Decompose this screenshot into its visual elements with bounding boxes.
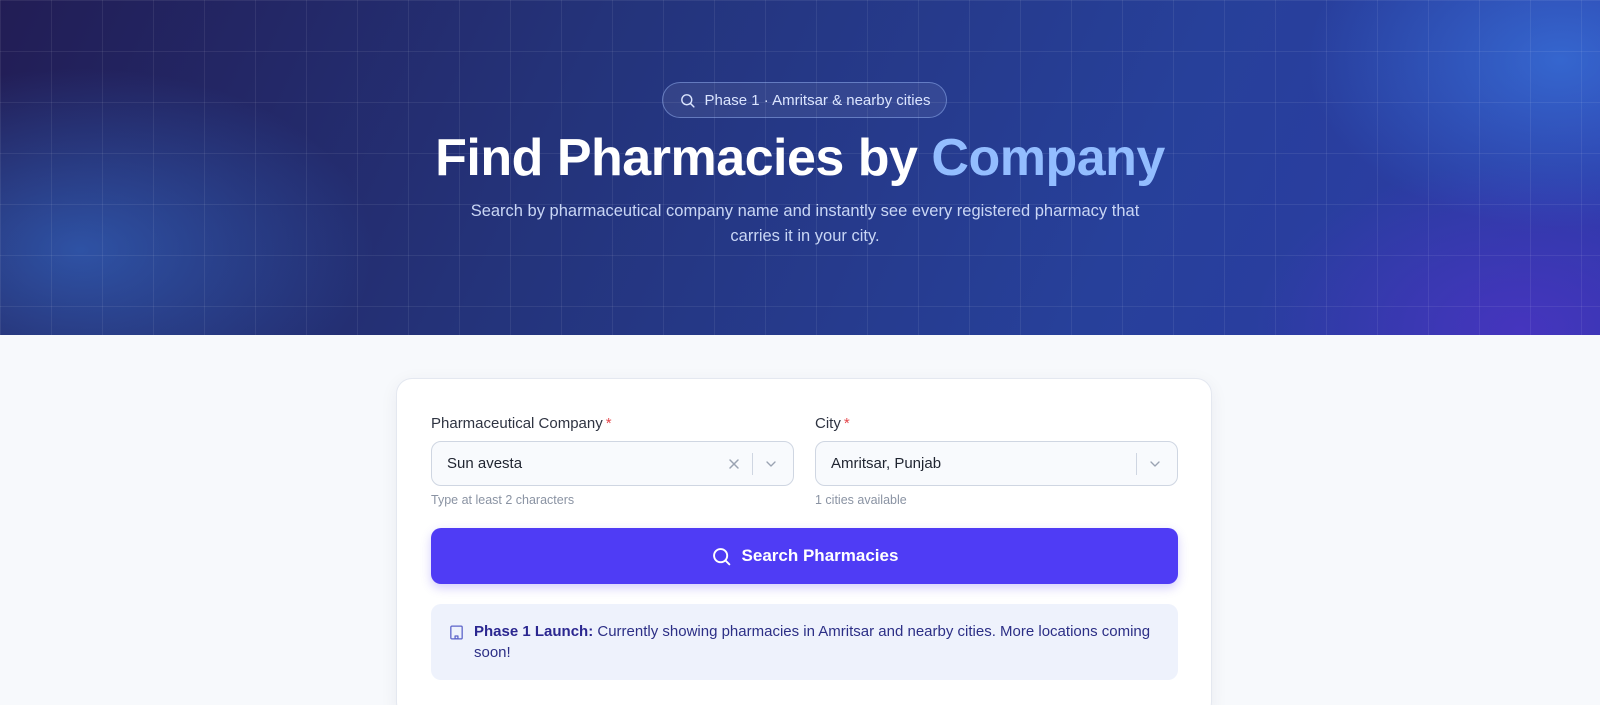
page-subtitle: Search by pharmaceutical company name an… <box>470 202 1140 245</box>
city-select-value: Amritsar, Punjab <box>831 455 942 472</box>
city-required-mark: * <box>843 415 850 432</box>
notice-title: Phase 1 Launch: <box>474 623 594 640</box>
city-select[interactable]: Amritsar, Punjab <box>815 441 1178 486</box>
phase-notice: Phase 1 Launch: Currently showing pharma… <box>431 604 1178 680</box>
company-hint: Type at least 2 characters <box>431 493 575 507</box>
search-pharmacies-button[interactable]: Search Pharmacies <box>431 528 1178 584</box>
search-icon <box>712 547 730 565</box>
company-required-mark: * <box>605 415 612 432</box>
phase-badge: Phase 1 · Amritsar & nearby cities <box>662 82 947 118</box>
search-button-label: Search Pharmacies <box>741 546 899 565</box>
company-select[interactable]: Sun avesta <box>431 441 794 486</box>
company-select-value: Sun avesta <box>447 455 523 472</box>
chevron-down-icon[interactable] <box>763 456 779 472</box>
city-hint: 1 cities available <box>815 493 907 507</box>
city-label-text: City <box>815 415 841 432</box>
page-title-main: Find Pharmacies by <box>435 129 932 187</box>
city-label: City * <box>815 415 850 432</box>
chevron-down-icon[interactable] <box>1147 456 1163 472</box>
company-label-text: Pharmaceutical Company <box>431 415 603 432</box>
hero-banner: Phase 1 · Amritsar & nearby cities Find … <box>0 0 1600 335</box>
page-title: Find Pharmacies by Company <box>0 128 1600 188</box>
phase-badge-text: Phase 1 · Amritsar & nearby cities <box>704 91 931 109</box>
select-separator <box>752 452 753 475</box>
company-label: Pharmaceutical Company * <box>431 415 612 432</box>
page-title-accent: Company <box>931 129 1165 187</box>
search-icon <box>680 93 695 108</box>
select-separator <box>1136 452 1137 475</box>
building-icon <box>450 625 463 640</box>
search-card: Pharmaceutical Company * Sun avesta Type … <box>396 378 1212 705</box>
clear-icon[interactable] <box>726 456 742 472</box>
